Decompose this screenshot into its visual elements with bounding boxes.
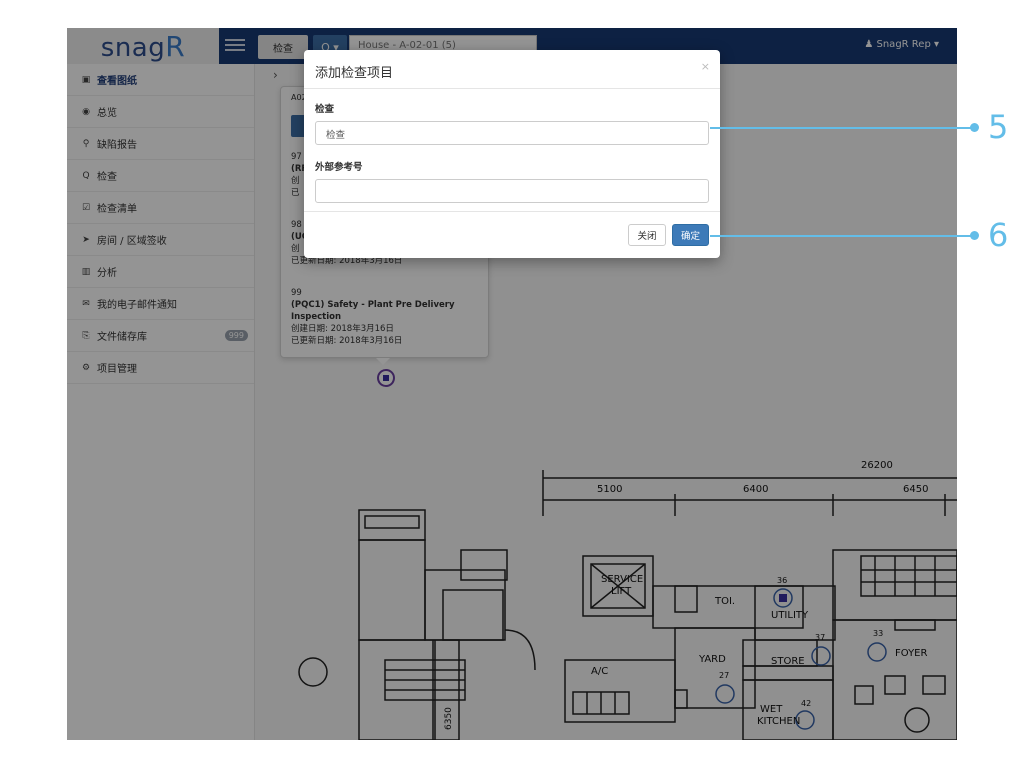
callout-number: 5 [988,108,1009,146]
modal-title: 添加检查项目 [315,66,394,81]
add-inspection-modal: 添加检查项目 × 检查 检查 外部参考号 关闭 确定 [304,50,720,258]
callout-line [710,127,976,129]
callout-dot [970,231,979,240]
inspection-field-label: 检查 [315,104,335,115]
inspection-select[interactable]: 检查 [315,121,709,145]
modal-footer: 关闭 确定 [304,211,720,258]
app-frame: snagR 检查 Q ▾ House - A-02-01 (5) ♟ SnagR… [67,28,957,740]
external-ref-input[interactable] [315,179,709,203]
callout-number: 6 [988,216,1009,254]
modal-header: 添加检查项目 × [304,50,720,89]
external-ref-label: 外部参考号 [315,162,363,173]
close-button[interactable]: 关闭 [628,224,666,246]
callout-dot [970,123,979,132]
close-icon[interactable]: × [701,60,710,73]
modal-body: 检查 检查 外部参考号 [304,89,720,227]
confirm-button[interactable]: 确定 [672,224,709,246]
callout-line [710,235,976,237]
